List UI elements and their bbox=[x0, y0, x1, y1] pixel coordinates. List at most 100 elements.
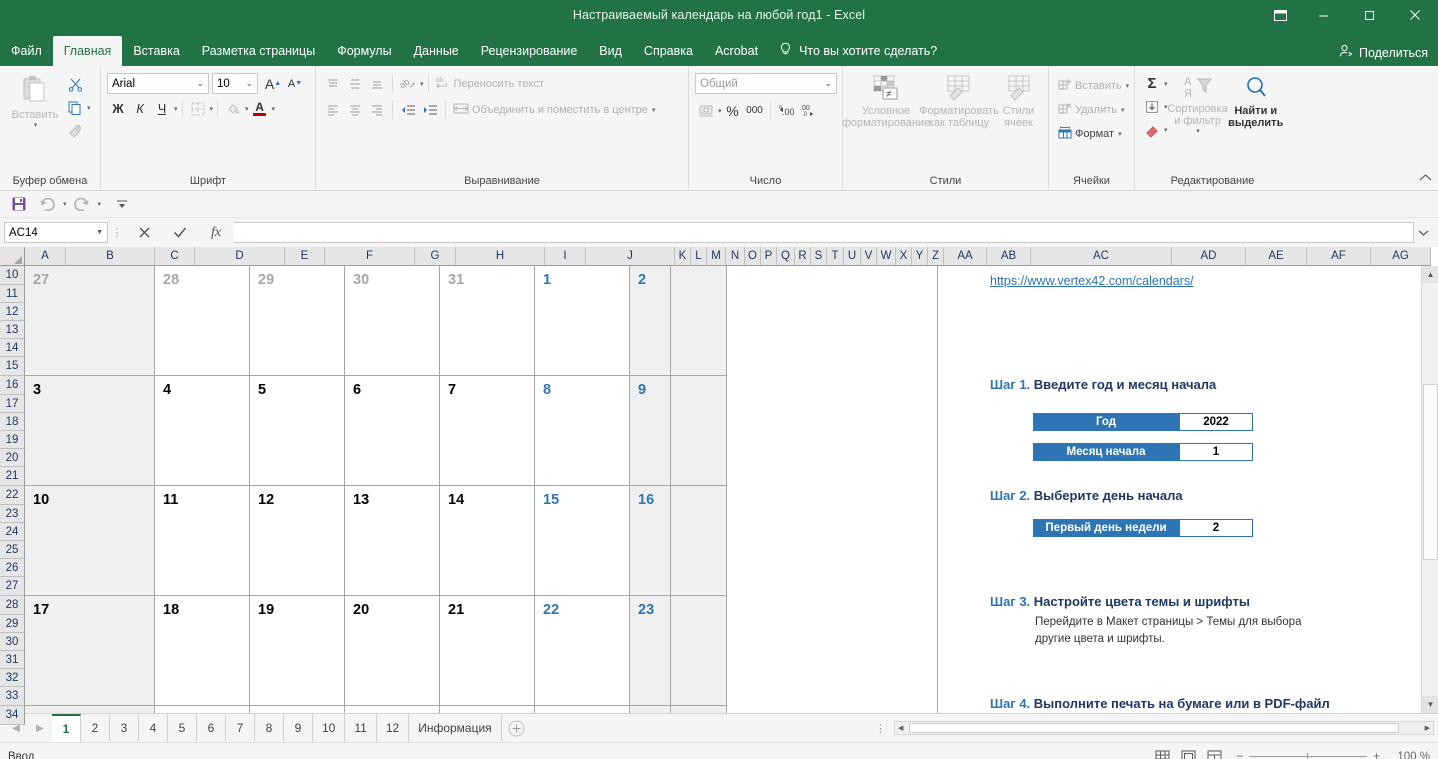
underline-button[interactable]: Ч bbox=[151, 98, 173, 119]
fill-color-icon[interactable] bbox=[222, 98, 244, 119]
column-header-H[interactable]: H bbox=[456, 247, 545, 266]
column-header-G[interactable]: G bbox=[415, 247, 456, 266]
tab-file[interactable]: Файл bbox=[0, 36, 53, 66]
column-header-E[interactable]: E bbox=[285, 247, 325, 266]
zoom-out-button[interactable]: − bbox=[1237, 751, 1244, 759]
column-header-R[interactable]: R bbox=[795, 247, 811, 266]
column-header-S[interactable]: S bbox=[811, 247, 827, 266]
year-input[interactable]: 2022 bbox=[1179, 413, 1253, 431]
scroll-down-arrow[interactable]: ▼ bbox=[1422, 696, 1438, 713]
row-header-33[interactable]: 33 bbox=[0, 687, 25, 706]
sheet-tab-10[interactable]: 10 bbox=[313, 714, 346, 742]
insert-function-icon[interactable]: fx bbox=[198, 222, 234, 243]
increase-decimal-icon[interactable]: .00 0 bbox=[775, 100, 797, 121]
cell-area[interactable]: 27 28 29 30 31 1 2 3 4 5 6 7 8 9 10 11 12 13 14 15 16 17 18 19 2… bbox=[25, 266, 1421, 713]
minimize-button[interactable] bbox=[1300, 0, 1346, 30]
tab-insert[interactable]: Вставка bbox=[122, 36, 190, 66]
undo-caret-icon[interactable]: ▾ bbox=[63, 200, 67, 208]
font-size-chevron-down-icon[interactable]: ⌄ bbox=[245, 78, 253, 89]
row-header-31[interactable]: 31 bbox=[0, 651, 25, 669]
clear-caret-icon[interactable]: ▾ bbox=[1164, 126, 1168, 134]
insert-caret-icon[interactable]: ▾ bbox=[1126, 82, 1130, 90]
zoom-slider[interactable]: − + bbox=[1237, 751, 1380, 759]
row-header-14[interactable]: 14 bbox=[0, 339, 25, 357]
save-icon[interactable] bbox=[6, 193, 32, 215]
borders-icon[interactable] bbox=[187, 98, 209, 119]
calendar-day-cell[interactable]: 8 bbox=[535, 376, 630, 486]
normal-view-icon[interactable] bbox=[1151, 747, 1175, 759]
zoom-level[interactable]: 100 % bbox=[1390, 751, 1430, 759]
calendar-day-cell[interactable]: 9 bbox=[630, 376, 727, 486]
sheet-tab-2[interactable]: 2 bbox=[81, 714, 110, 742]
calendar-day-cell[interactable]: 6 bbox=[345, 376, 440, 486]
column-header-AE[interactable]: AE bbox=[1246, 247, 1307, 266]
zoom-track[interactable] bbox=[1249, 753, 1368, 759]
row-header-28[interactable]: 28 bbox=[0, 596, 25, 615]
formula-input[interactable] bbox=[234, 222, 1414, 243]
row-header-11[interactable]: 11 bbox=[0, 285, 25, 303]
page-layout-view-icon[interactable] bbox=[1177, 747, 1201, 759]
increase-indent-icon[interactable] bbox=[419, 99, 441, 120]
shrink-font-icon[interactable]: A ▼ bbox=[284, 73, 306, 94]
tab-data[interactable]: Данные bbox=[403, 36, 470, 66]
calendar-day-cell[interactable]: 3 bbox=[25, 376, 155, 486]
calendar-day-cell[interactable]: 4 bbox=[155, 376, 250, 486]
delete-cells-button[interactable]: Удалить ▾ bbox=[1055, 99, 1128, 120]
cut-icon[interactable] bbox=[64, 74, 86, 95]
calendar-day-cell[interactable]: 14 bbox=[440, 486, 535, 596]
calendar-day-cell[interactable]: 23 bbox=[630, 596, 727, 706]
calendar-day-cell[interactable]: 2 bbox=[630, 266, 727, 376]
expand-formula-bar-icon[interactable] bbox=[1414, 229, 1432, 237]
next-sheet-icon[interactable]: ▶ bbox=[28, 716, 52, 740]
cancel-icon[interactable] bbox=[126, 222, 162, 243]
calendar-day-cell[interactable]: 18 bbox=[155, 596, 250, 706]
calendar-day-cell[interactable]: 31 bbox=[440, 266, 535, 376]
sheet-tab-3[interactable]: 3 bbox=[110, 714, 139, 742]
tab-help[interactable]: Справка bbox=[633, 36, 704, 66]
fill-down-icon[interactable] bbox=[1141, 96, 1163, 117]
select-all-corner[interactable] bbox=[0, 247, 25, 266]
row-header-21[interactable]: 21 bbox=[0, 467, 25, 486]
row-header-27[interactable]: 27 bbox=[0, 577, 25, 596]
row-header-29[interactable]: 29 bbox=[0, 615, 25, 633]
start-month-input[interactable]: 1 bbox=[1179, 443, 1253, 461]
row-header-34[interactable]: 34 bbox=[0, 706, 25, 725]
calendar-day-cell[interactable]: 30 bbox=[345, 266, 440, 376]
cell-styles-button[interactable]: Стили ячеек bbox=[995, 72, 1042, 129]
row-header-25[interactable]: 25 bbox=[0, 541, 25, 559]
tab-page-layout[interactable]: Разметка страницы bbox=[191, 36, 326, 66]
column-header-X[interactable]: X bbox=[896, 247, 912, 266]
scroll-grip[interactable]: ⋮ bbox=[867, 722, 894, 735]
row-header-15[interactable]: 15 bbox=[0, 357, 25, 376]
sheet-tab-8[interactable]: 8 bbox=[255, 714, 284, 742]
column-header-M[interactable]: M bbox=[707, 247, 726, 266]
column-header-J[interactable]: J bbox=[586, 247, 675, 266]
wrap-text-button[interactable]: ab Переносить текст bbox=[433, 73, 547, 94]
sheet-tab-7[interactable]: 7 bbox=[226, 714, 255, 742]
close-button[interactable] bbox=[1392, 0, 1438, 30]
column-header-K[interactable]: K bbox=[675, 247, 691, 266]
number-format-chevron-down-icon[interactable]: ⌄ bbox=[824, 78, 832, 89]
calendar-day-cell[interactable]: 20 bbox=[345, 596, 440, 706]
calendar-day-cell[interactable]: 25 bbox=[155, 706, 250, 713]
row-header-10[interactable]: 10 bbox=[0, 266, 25, 285]
underline-caret-icon[interactable]: ▾ bbox=[174, 105, 178, 113]
text-orientation-icon[interactable]: ab bbox=[397, 73, 419, 94]
row-header-22[interactable]: 22 bbox=[0, 486, 25, 505]
column-header-AF[interactable]: AF bbox=[1307, 247, 1371, 266]
sheet-tab-1[interactable]: 1 bbox=[52, 714, 81, 742]
delete-caret-icon[interactable]: ▾ bbox=[1121, 106, 1125, 114]
column-header-AB[interactable]: AB bbox=[987, 247, 1031, 266]
scroll-up-arrow[interactable]: ▲ bbox=[1422, 266, 1438, 283]
calendar-day-cell[interactable]: 10 bbox=[25, 486, 155, 596]
scroll-left-arrow[interactable]: ◀ bbox=[898, 724, 903, 732]
merge-caret-icon[interactable]: ▾ bbox=[652, 106, 656, 114]
column-header-V[interactable]: V bbox=[861, 247, 877, 266]
row-header-32[interactable]: 32 bbox=[0, 669, 25, 687]
align-left-icon[interactable] bbox=[322, 99, 344, 120]
calendar-day-cell[interactable]: 15 bbox=[535, 486, 630, 596]
row-header-20[interactable]: 20 bbox=[0, 449, 25, 467]
maximize-button[interactable] bbox=[1346, 0, 1392, 30]
font-name-chevron-down-icon[interactable]: ⌄ bbox=[196, 78, 204, 89]
conditional-formatting-button[interactable]: ≠ Условное форматирование bbox=[842, 72, 930, 129]
